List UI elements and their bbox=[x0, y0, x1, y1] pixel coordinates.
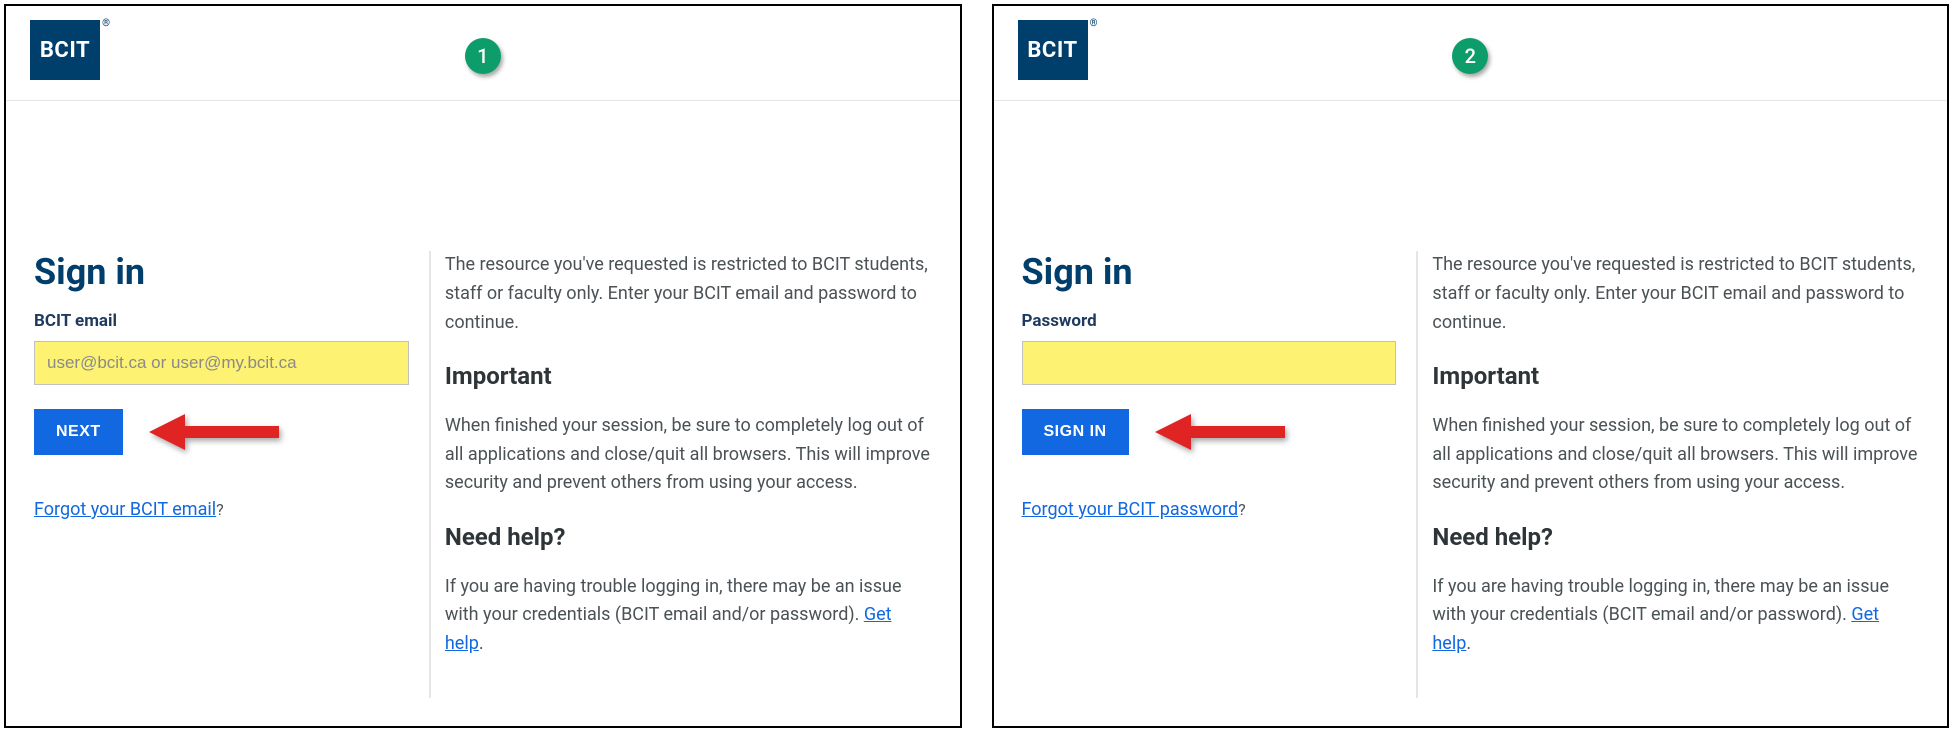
panel-header: BCIT ® 2 bbox=[994, 6, 1948, 101]
help-pre: If you are having trouble logging in, th… bbox=[1432, 576, 1889, 626]
help-heading: Need help? bbox=[1432, 518, 1919, 556]
signin-form-column: Sign in BCIT email NEXT Forgot your BCIT… bbox=[34, 251, 429, 698]
bcit-logo: BCIT bbox=[1018, 20, 1088, 80]
signin-form-column: Sign in Password SIGN IN Forgot your BCI… bbox=[1022, 251, 1417, 698]
info-intro: The resource you've requested is restric… bbox=[445, 251, 932, 337]
next-button[interactable]: NEXT bbox=[34, 409, 123, 455]
forgot-row: Forgot your BCIT password? bbox=[1022, 499, 1397, 520]
help-text: If you are having trouble logging in, th… bbox=[1432, 573, 1919, 659]
qmark: ? bbox=[1238, 500, 1246, 519]
panel-header: BCIT ® 1 bbox=[6, 6, 960, 101]
panel-body: Sign in BCIT email NEXT Forgot your BCIT… bbox=[6, 101, 960, 726]
step-badge-2: 2 bbox=[1452, 38, 1488, 74]
forgot-email-link[interactable]: Forgot your BCIT email bbox=[34, 499, 216, 520]
info-column: The resource you've requested is restric… bbox=[429, 251, 932, 698]
important-text: When finished your session, be sure to c… bbox=[445, 412, 932, 498]
registered-mark: ® bbox=[1090, 18, 1098, 29]
forgot-password-link[interactable]: Forgot your BCIT password bbox=[1022, 499, 1239, 520]
help-pre: If you are having trouble logging in, th… bbox=[445, 576, 902, 626]
password-label: Password bbox=[1022, 311, 1397, 331]
help-post: . bbox=[1466, 633, 1471, 654]
email-label: BCIT email bbox=[34, 311, 409, 331]
arrow-annotation-icon bbox=[149, 418, 279, 446]
bcit-logo: BCIT bbox=[30, 20, 100, 80]
arrow-annotation-icon bbox=[1155, 418, 1285, 446]
email-input[interactable] bbox=[34, 341, 409, 385]
help-post: . bbox=[479, 633, 484, 654]
info-intro: The resource you've requested is restric… bbox=[1432, 251, 1919, 337]
qmark: ? bbox=[216, 500, 224, 519]
forgot-row: Forgot your BCIT email? bbox=[34, 499, 409, 520]
step-badge-1: 1 bbox=[465, 38, 501, 74]
info-column: The resource you've requested is restric… bbox=[1416, 251, 1919, 698]
help-text: If you are having trouble logging in, th… bbox=[445, 573, 932, 659]
registered-mark: ® bbox=[102, 18, 110, 29]
logo-wrap: BCIT ® bbox=[1018, 20, 1088, 80]
button-row: NEXT bbox=[34, 409, 409, 455]
signin-step-2-panel: BCIT ® 2 Sign in Password SIGN IN Forgot… bbox=[992, 4, 1950, 728]
button-row: SIGN IN bbox=[1022, 409, 1397, 455]
important-heading: Important bbox=[445, 357, 932, 395]
signin-button[interactable]: SIGN IN bbox=[1022, 409, 1129, 455]
panel-body: Sign in Password SIGN IN Forgot your BCI… bbox=[994, 101, 1948, 726]
password-input[interactable] bbox=[1022, 341, 1397, 385]
important-text: When finished your session, be sure to c… bbox=[1432, 412, 1919, 498]
logo-wrap: BCIT ® bbox=[30, 20, 100, 80]
signin-step-1-panel: BCIT ® 1 Sign in BCIT email NEXT Forgot … bbox=[4, 4, 962, 728]
help-heading: Need help? bbox=[445, 518, 932, 556]
important-heading: Important bbox=[1432, 357, 1919, 395]
signin-title: Sign in bbox=[1022, 251, 1397, 293]
signin-title: Sign in bbox=[34, 251, 409, 293]
